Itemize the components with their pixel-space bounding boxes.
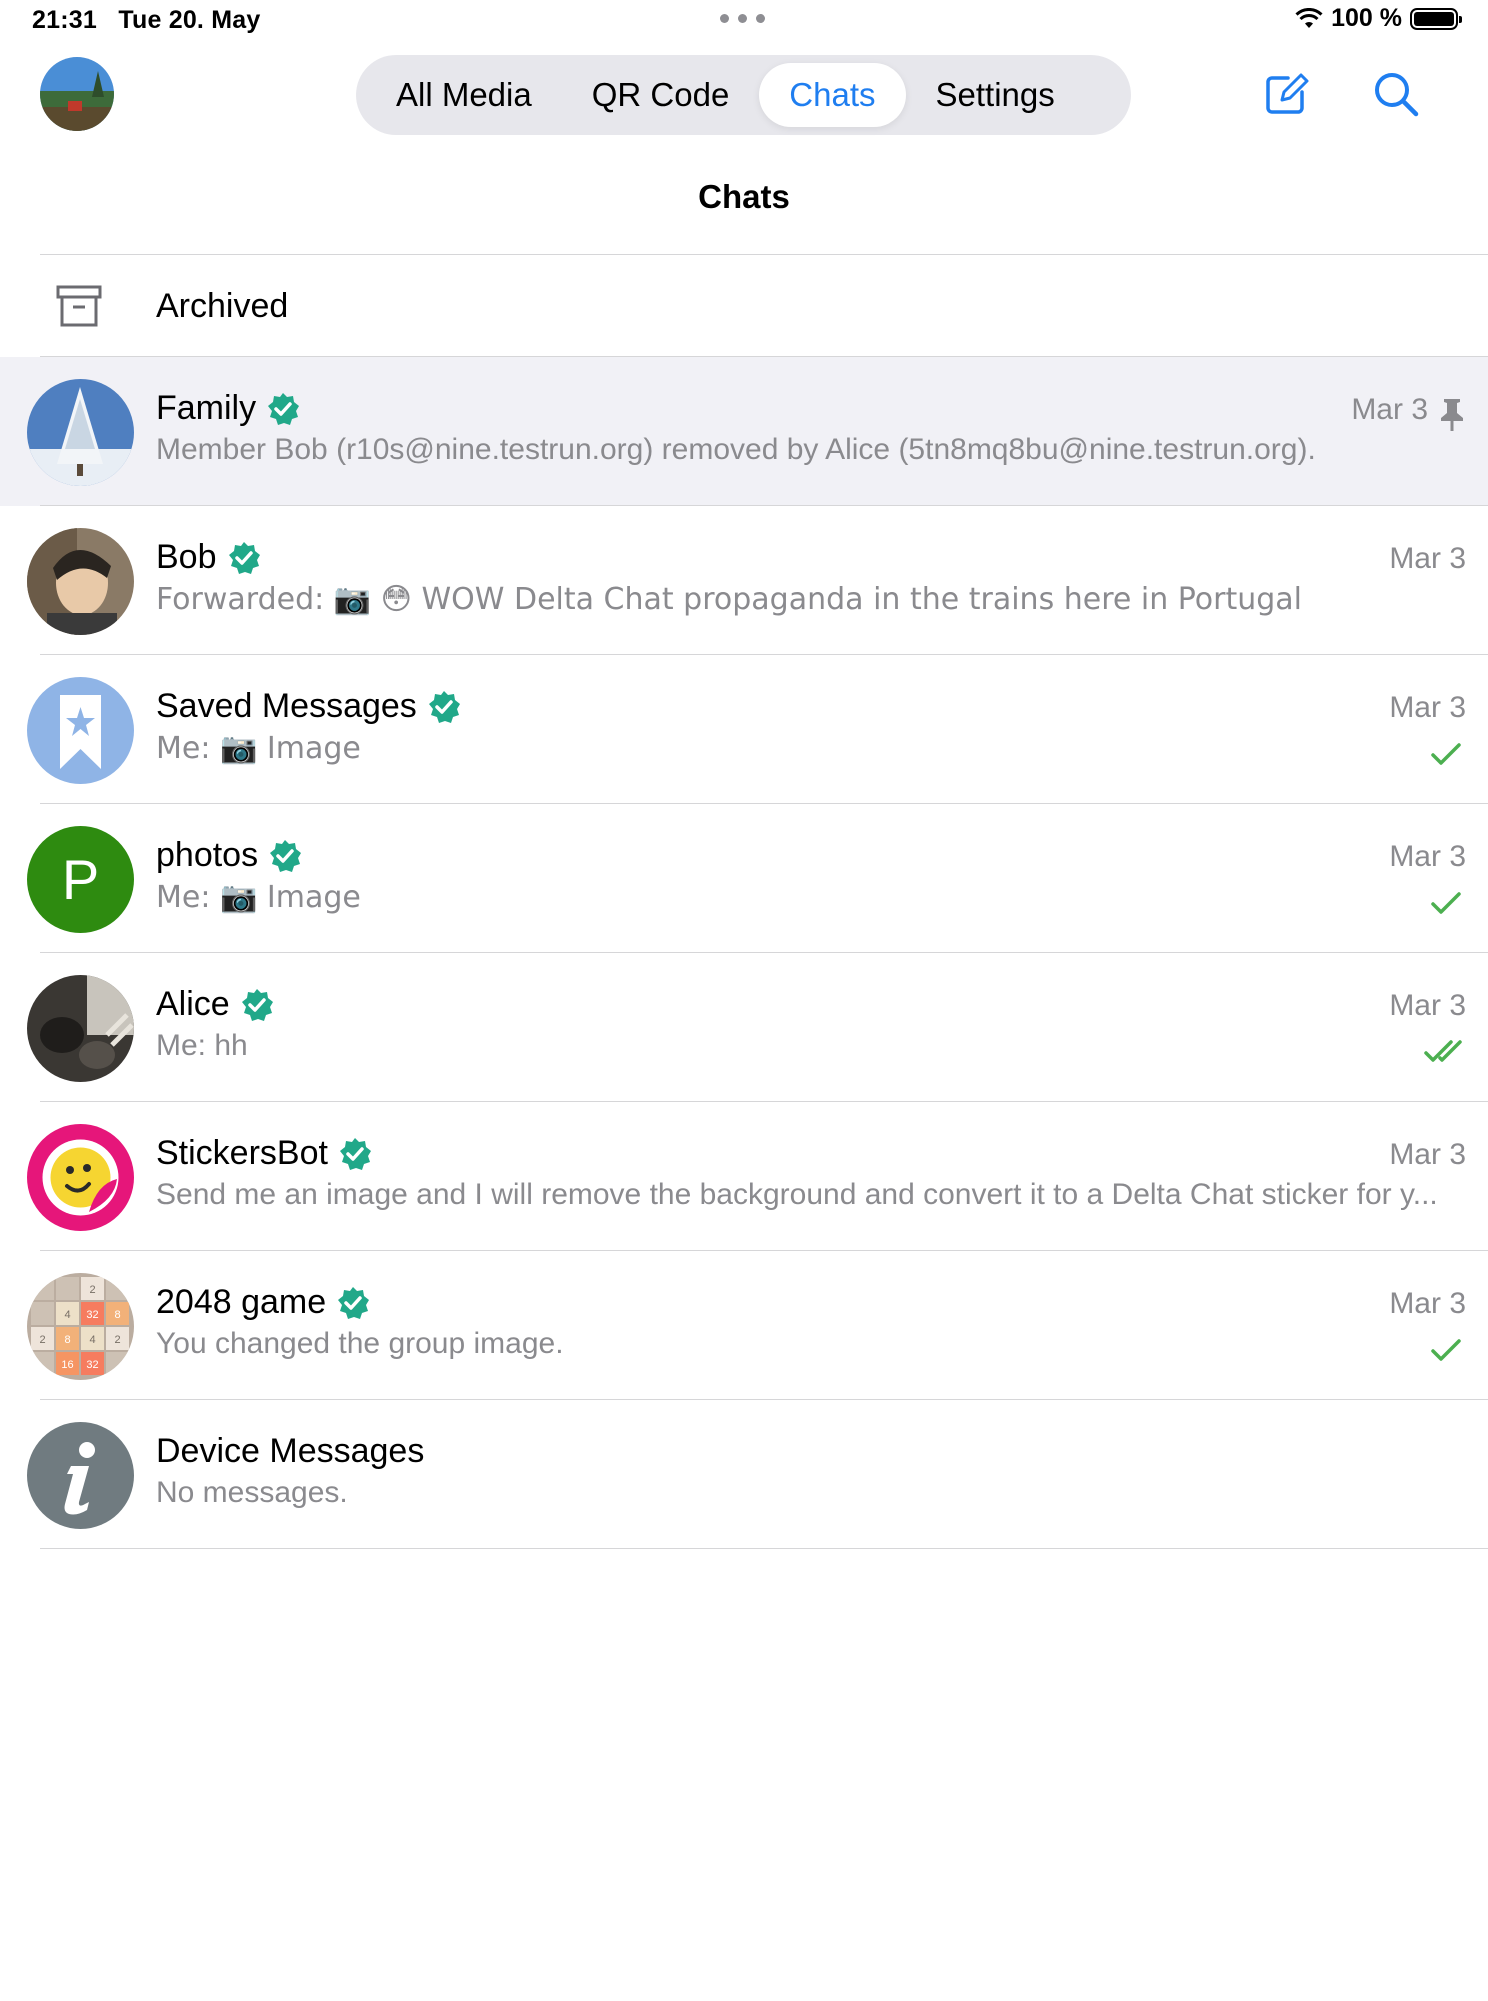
verified-icon [339,1137,371,1170]
tab-bar: All Media QR Code Chats Settings [356,55,1131,135]
svg-text:8: 8 [64,1334,70,1346]
search-icon[interactable] [1372,70,1420,118]
avatar: P [27,826,134,933]
chat-name: Bob [156,538,261,577]
chat-name: 2048 game [156,1283,370,1322]
svg-text:4: 4 [89,1334,95,1346]
chat-preview: Forwarded: 📷 😳 WOW Delta Chat propaganda… [156,582,1303,617]
chat-name: Alice [156,985,274,1024]
avatar [27,975,134,1082]
verified-icon [338,1286,370,1319]
chat-preview: Me: hh [156,1029,248,1062]
chat-preview: Me: 📷 Image [156,731,361,766]
battery-percent: 100 % [1331,4,1402,32]
compose-icon[interactable] [1262,70,1310,118]
status-right: 100 % [1295,4,1462,33]
verified-icon [428,690,460,723]
tab-all-media[interactable]: All Media [366,63,562,127]
chat-row-family[interactable]: Family Member Bob (r10s@nine.testrun.org… [0,357,1488,506]
wifi-icon [1295,7,1323,28]
svg-text:16: 16 [61,1359,73,1371]
chat-row-2048-game[interactable]: 2 4 32 8 2 8 4 2 16 32 2048 game You changed t… [0,1251,1488,1400]
chat-preview: No messages. [156,1476,348,1509]
divider [40,1548,1488,1549]
archived-label: Archived [156,286,289,325]
svg-text:8: 8 [114,1309,120,1321]
chat-date: Mar 3 [1389,1287,1466,1320]
verified-icon [268,392,300,425]
avatar [27,677,134,784]
chat-row-photos[interactable]: P photos Me: 📷 Image Mar 3 [0,804,1488,953]
svg-text:32: 32 [86,1309,98,1321]
verified-icon [241,988,273,1021]
avatar [27,1422,134,1529]
archived-row[interactable]: Archived [0,255,1488,357]
chat-row-stickersbot[interactable]: StickersBot Send me an image and I will … [0,1102,1488,1251]
avatar [27,528,134,635]
chat-date: Mar 3 [1351,393,1428,426]
chat-name: Family [156,389,300,428]
chat-preview: Member Bob (r10s@nine.testrun.org) remov… [156,433,1316,466]
pin-icon [1441,399,1463,431]
status-bar: 21:31 Tue 20. May 100 % [0,0,1488,40]
battery-icon [1410,7,1462,30]
chat-date: Mar 3 [1389,542,1466,575]
svg-text:32: 32 [86,1359,98,1371]
chat-preview: Send me an image and I will remove the b… [156,1178,1438,1211]
chat-date: Mar 3 [1389,691,1466,724]
chat-preview: You changed the group image. [156,1327,564,1360]
chat-date: Mar 3 [1389,840,1466,873]
avatar-letter: P [61,848,100,911]
chat-preview: Me: 📷 Image [156,880,361,915]
delivered-check-icon [1431,892,1461,914]
chat-date: Mar 3 [1389,989,1466,1022]
avatar: 2 4 32 8 2 8 4 2 16 32 [27,1273,134,1380]
chat-name: StickersBot [156,1134,372,1173]
tab-chats[interactable]: Chats [759,63,906,127]
svg-text:2: 2 [114,1334,120,1346]
chat-row-alice[interactable]: Alice Me: hh Mar 3 [0,953,1488,1102]
archive-icon [56,285,102,327]
chat-list: Family Member Bob (r10s@nine.testrun.org… [0,357,1488,1549]
delivered-check-icon [1431,743,1461,765]
verified-icon [270,839,302,872]
chat-row-device-messages[interactable]: Device Messages No messages. [0,1400,1488,1549]
chat-name: photos [156,836,302,875]
page-title: Chats [698,178,790,215]
tab-settings[interactable]: Settings [906,63,1085,127]
chat-date: Mar 3 [1389,1138,1466,1171]
tab-qr-code[interactable]: QR Code [562,63,760,127]
avatar [27,1124,134,1231]
chat-row-bob[interactable]: Bob Forwarded: 📷 😳 WOW Delta Chat propag… [0,506,1488,655]
status-time: 21:31 Tue 20. May [32,6,261,34]
verified-icon [228,541,260,574]
svg-text:4: 4 [64,1309,70,1321]
delivered-check-icon [1431,1339,1461,1361]
avatar [27,379,134,486]
chat-name: Saved Messages [156,687,461,726]
multitasking-dots-icon[interactable] [720,14,765,23]
chat-name: Device Messages [156,1432,425,1470]
read-double-check-icon [1424,1040,1462,1062]
svg-text:2: 2 [89,1284,95,1296]
chat-row-saved-messages[interactable]: Saved Messages Me: 📷 Image Mar 3 [0,655,1488,804]
svg-text:2: 2 [39,1334,45,1346]
profile-avatar[interactable] [40,57,114,131]
